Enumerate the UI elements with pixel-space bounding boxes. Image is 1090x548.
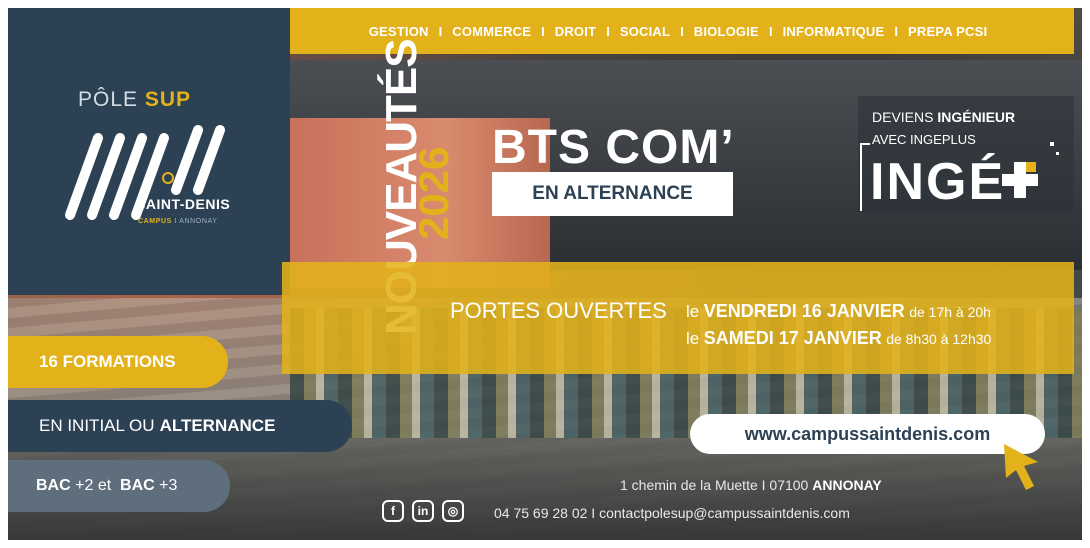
date-prefix: le (686, 302, 700, 321)
address: 1 chemin de la Muette I 07100 ANNONAY (620, 477, 882, 493)
inge-subline: AVEC INGEPLUS (872, 132, 976, 147)
logo-campus-label: CAMPUS (138, 218, 172, 225)
inge-headline-a: DEVIENS (872, 109, 934, 125)
bac-level: +2 et (75, 477, 112, 494)
initial-label: EN INITIAL OU (39, 416, 155, 435)
nav-item-commerce[interactable]: COMMERCE (452, 24, 531, 39)
logo-strokes-icon (65, 125, 225, 220)
date-day: SAMEDI 17 JANVIER (703, 328, 882, 348)
nav-item-droit[interactable]: DROIT (555, 24, 596, 39)
nav-item-gestion[interactable]: GESTION (369, 24, 429, 39)
logo-campus: CAMPUS I ANNONAY (138, 218, 218, 225)
date-hours: de 8h30 à 12h30 (886, 331, 992, 347)
nav-separator: I (541, 23, 545, 39)
linkedin-icon[interactable]: in (412, 500, 434, 522)
alternance-pill[interactable]: EN INITIAL OU ALTERNANCE (8, 400, 352, 452)
logo-campus-city: ANNONAY (179, 218, 218, 225)
bac-level: +3 (159, 477, 178, 494)
inge-headline: DEVIENS INGÉNIEUR (872, 109, 1015, 125)
date-hours: de 17h à 20h (909, 304, 991, 320)
cursor-arrow-icon (1004, 444, 1038, 490)
bac-label: BAC (120, 477, 155, 494)
instagram-icon[interactable]: ◎ (442, 500, 464, 522)
portes-ouvertes-label: PORTES OUVERTES (450, 298, 667, 323)
nouveautes-year: 2026 (410, 146, 457, 240)
bts-subtitle: EN ALTERNANCE (492, 172, 733, 216)
address-street: 1 chemin de la Muette I 07100 (620, 477, 809, 493)
date-day: VENDREDI 16 JANVIER (703, 301, 905, 321)
bts-title: BTS COM’ (492, 121, 735, 174)
logo-pole-text: PÔLE (78, 88, 139, 111)
phone-email[interactable]: 04 75 69 28 02 I contactpolesup@campussa… (494, 505, 850, 521)
logo-sup-text: SUP (144, 88, 192, 111)
social-links: f in ◎ (382, 500, 464, 522)
facebook-icon[interactable]: f (382, 500, 404, 522)
logo-campus-separator: I (174, 218, 178, 225)
formations-pill[interactable]: 16 FORMATIONS (8, 336, 228, 388)
nav-item-prepa-pcsi[interactable]: PREPA PCSI (908, 24, 987, 39)
portes-ouvertes-date-2: le SAMEDI 17 JANVIER de 8h30 à 12h30 (686, 328, 991, 349)
portes-ouvertes-date-1: le VENDREDI 16 JANVIER de 17h à 20h (686, 301, 991, 322)
inge-headline-b: INGÉNIEUR (937, 109, 1016, 125)
nav-separator: I (768, 23, 773, 39)
bac-levels-pill[interactable]: BAC +2 et BAC +3 (8, 460, 230, 512)
inge-bracket-icon (860, 143, 870, 211)
logo-wordmark: PÔLE SUP (78, 88, 191, 112)
inge-logo: INGÉ (870, 153, 1006, 211)
formations-label: 16 FORMATIONS (39, 352, 176, 371)
date-prefix: le (686, 329, 700, 348)
nav-separator: I (894, 23, 899, 39)
website-link[interactable]: www.campussaintdenis.com (690, 414, 1045, 454)
nav-item-biologie[interactable]: BIOLOGIE (694, 24, 759, 39)
logo-panel[interactable]: PÔLE SUP SAINT-DENIS CAMPUS I ANNONAY (8, 8, 290, 295)
nav-item-informatique[interactable]: INFORMATIQUE (783, 24, 885, 39)
nav-separator: I (606, 23, 610, 39)
nav-separator: I (680, 23, 684, 39)
address-city: ANNONAY (812, 477, 882, 493)
nav-separator: I (438, 23, 443, 39)
nav-item-social[interactable]: SOCIAL (620, 24, 670, 39)
alternance-label: ALTERNANCE (159, 416, 276, 435)
logo-name: SAINT-DENIS (136, 196, 231, 212)
sparkle-dots-icon (1050, 142, 1059, 155)
inge-plus-icon (1002, 162, 1038, 198)
bac-label: BAC (36, 477, 71, 494)
